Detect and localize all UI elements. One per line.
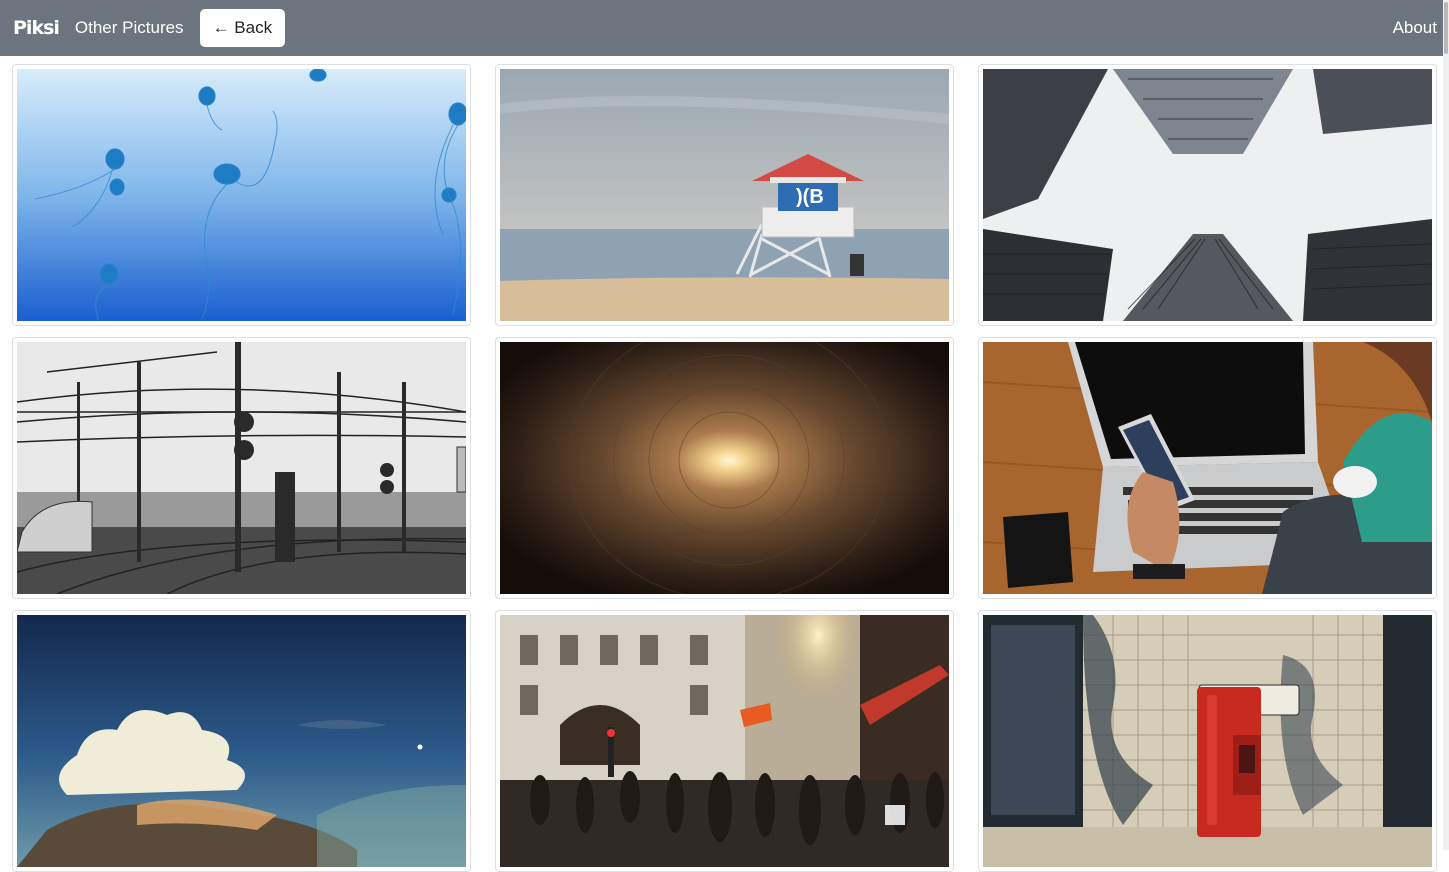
photo-card-lifeguard-tower[interactable]: )(B xyxy=(495,64,954,326)
page-scrollbar[interactable] xyxy=(1443,0,1449,850)
photo-card-jellyfish[interactable] xyxy=(12,64,471,326)
jellyfish-photo xyxy=(17,69,466,321)
top-navbar: Piksi Other Pictures ← Back About xyxy=(0,0,1449,56)
scrollbar-thumb[interactable] xyxy=(1444,2,1448,54)
photo-card-city-street[interactable] xyxy=(495,610,954,872)
nav-about-link[interactable]: About xyxy=(1393,18,1437,38)
photo-card-tunnel[interactable] xyxy=(495,337,954,599)
photo-card-clouds[interactable] xyxy=(12,610,471,872)
nav-other-pictures-link[interactable]: Other Pictures xyxy=(75,18,184,38)
brand-logo[interactable]: Piksi xyxy=(13,17,60,39)
photo-gallery-grid: )(B xyxy=(12,64,1437,872)
skyscrapers-photo xyxy=(983,69,1432,321)
photo-card-phone-laptop[interactable] xyxy=(978,337,1437,599)
clouds-photo xyxy=(17,615,466,867)
lifeguard-tower-photo: )(B xyxy=(500,69,949,321)
photo-card-railway[interactable] xyxy=(12,337,471,599)
city-street-photo xyxy=(500,615,949,867)
photo-card-alarm-box[interactable] xyxy=(978,610,1437,872)
tunnel-photo xyxy=(500,342,949,594)
alarm-box-photo xyxy=(983,615,1432,867)
phone-laptop-photo xyxy=(983,342,1432,594)
back-button[interactable]: ← Back xyxy=(199,9,286,47)
photo-card-skyscrapers[interactable] xyxy=(978,64,1437,326)
svg-text:)(B: )(B xyxy=(796,186,824,208)
railway-photo xyxy=(17,342,466,594)
